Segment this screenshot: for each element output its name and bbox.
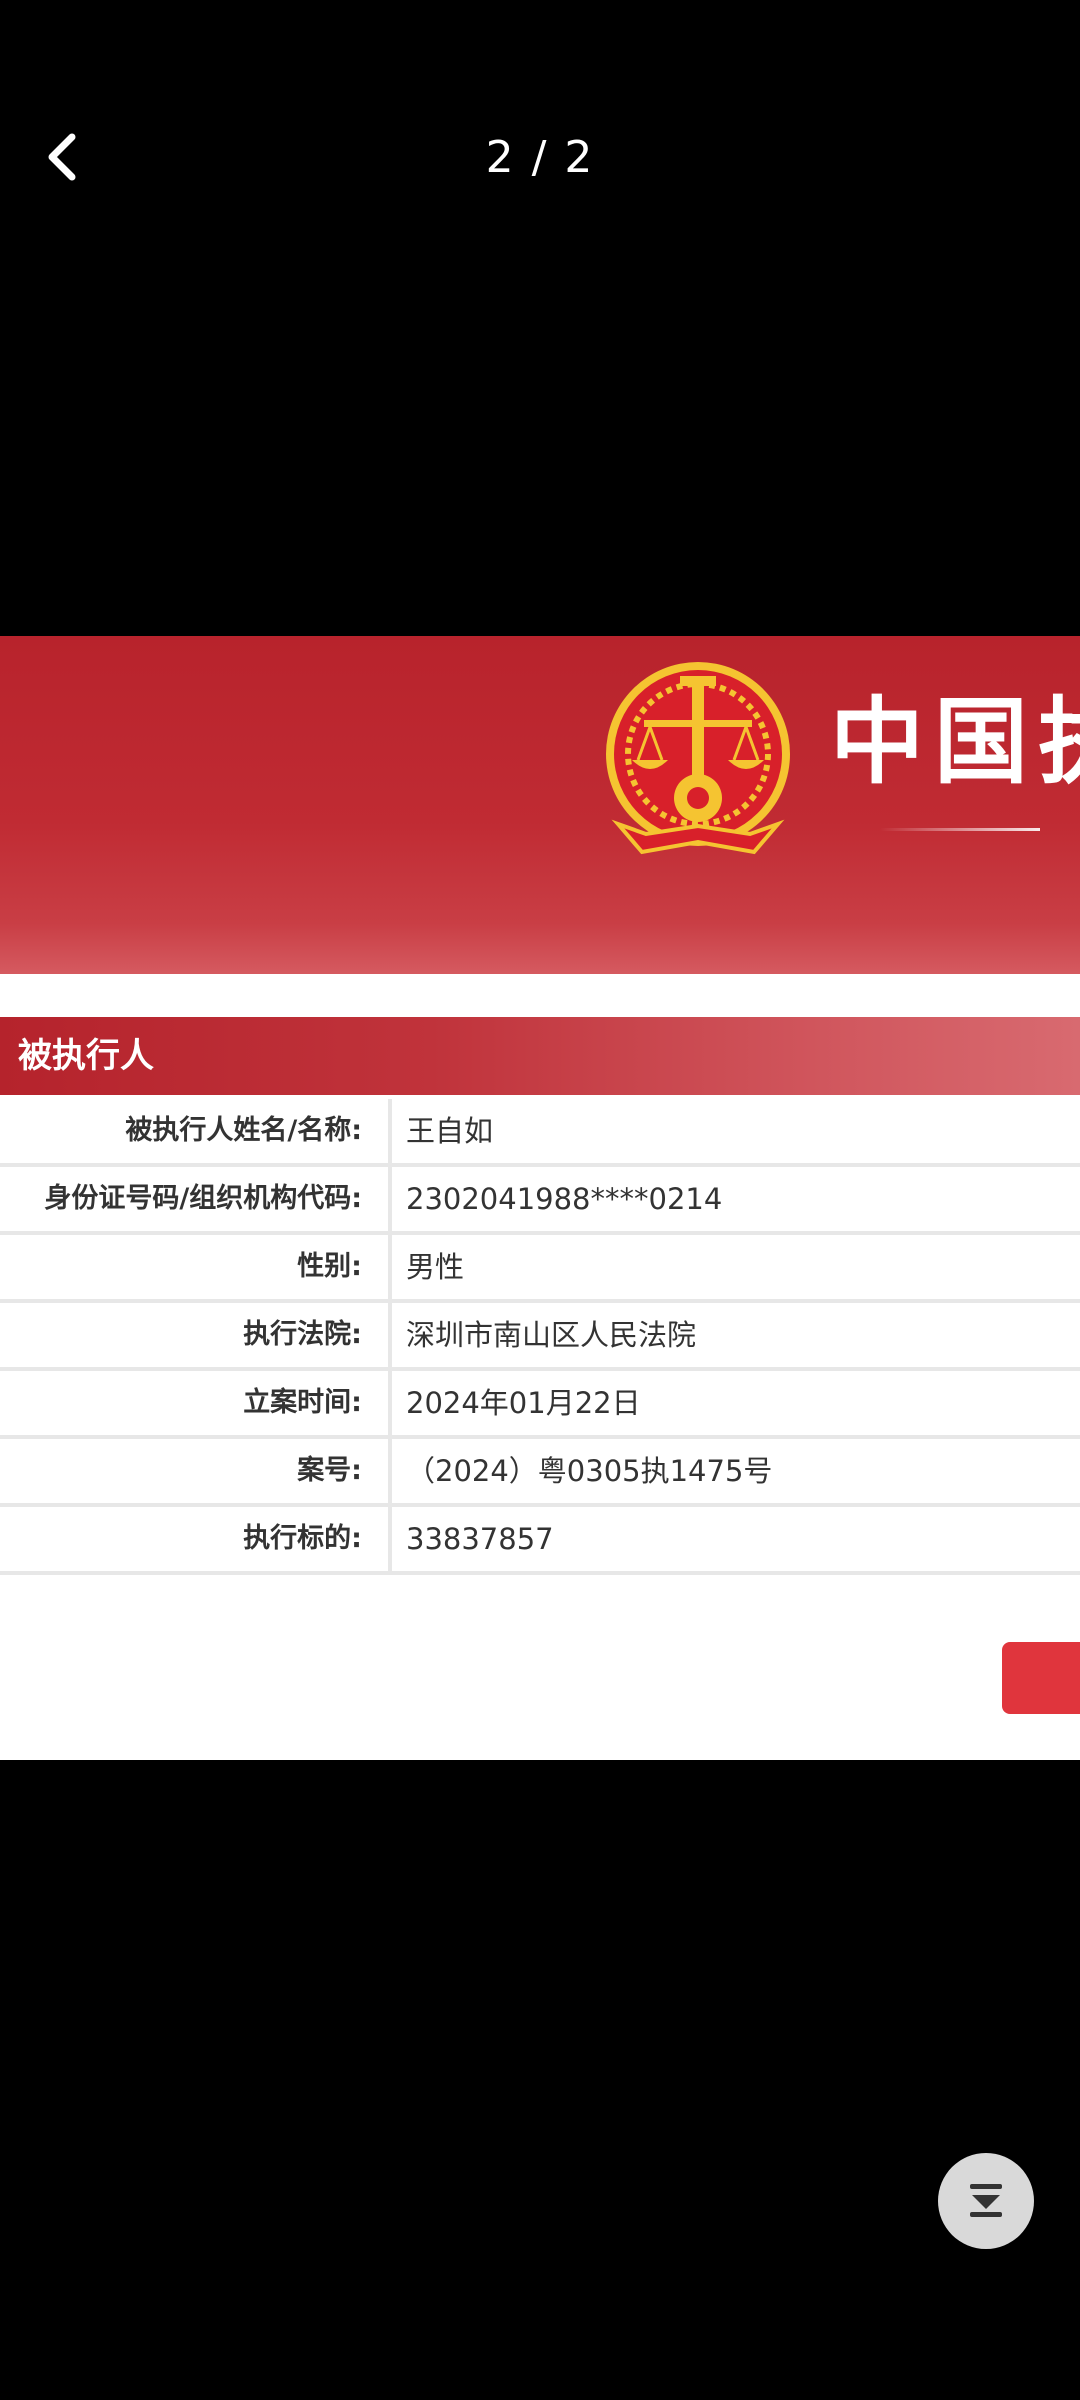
row-label: 立案时间:: [0, 1371, 392, 1435]
table-row: 执行法院: 深圳市南山区人民法院: [0, 1303, 1080, 1371]
table-row: 立案时间: 2024年01月22日: [0, 1371, 1080, 1439]
table-row: 性别: 男性: [0, 1235, 1080, 1303]
red-action-button: [1002, 1642, 1080, 1714]
scroll-down-button[interactable]: [938, 2153, 1034, 2249]
table-row: 案号: （2024）粤0305执1475号: [0, 1439, 1080, 1507]
banner: 中国执: [0, 636, 1080, 974]
info-table: 被执行人姓名/名称: 王自如 身份证号码/组织机构代码: 2302041988*…: [0, 1099, 1080, 1575]
row-value: 2024年01月22日: [406, 1386, 641, 1420]
table-row: 身份证号码/组织机构代码: 2302041988****0214: [0, 1167, 1080, 1235]
screenshot-image[interactable]: 中国执 被执行人 被执行人姓名/名称: 王自如 身份证号码/组织机构代码: 23…: [0, 636, 1080, 1760]
page-counter: 2 / 2: [485, 132, 595, 183]
row-value: 王自如: [406, 1114, 494, 1148]
row-value: （2024）粤0305执1475号: [406, 1454, 773, 1488]
row-label: 身份证号码/组织机构代码:: [0, 1167, 392, 1231]
row-label: 案号:: [0, 1439, 392, 1503]
double-chevron-down-icon: [970, 2184, 1002, 2217]
table-row: 执行标的: 33837857: [0, 1507, 1080, 1575]
image-viewer: 2 / 2 中国 被执行人 被执行人姓名/名称: 王自如 身份证号码/组织机构代…: [0, 0, 1080, 2400]
row-label: 执行法院:: [0, 1303, 392, 1367]
row-value: 33837857: [406, 1522, 554, 1556]
table-row: 被执行人姓名/名称: 王自如: [0, 1099, 1080, 1167]
section-title: 被执行人: [18, 1036, 154, 1076]
court-emblem-icon: [606, 662, 790, 855]
section-header: 被执行人: [0, 1017, 1080, 1095]
row-value: 深圳市南山区人民法院: [406, 1318, 697, 1352]
banner-title: 中国执: [830, 688, 1080, 797]
row-label: 被执行人姓名/名称:: [0, 1099, 392, 1163]
row-value: 男性: [406, 1250, 465, 1284]
row-label: 性别:: [0, 1235, 392, 1299]
row-value: 2302041988****0214: [406, 1182, 723, 1216]
row-label: 执行标的:: [0, 1507, 392, 1571]
banner-divider: [880, 828, 1040, 831]
